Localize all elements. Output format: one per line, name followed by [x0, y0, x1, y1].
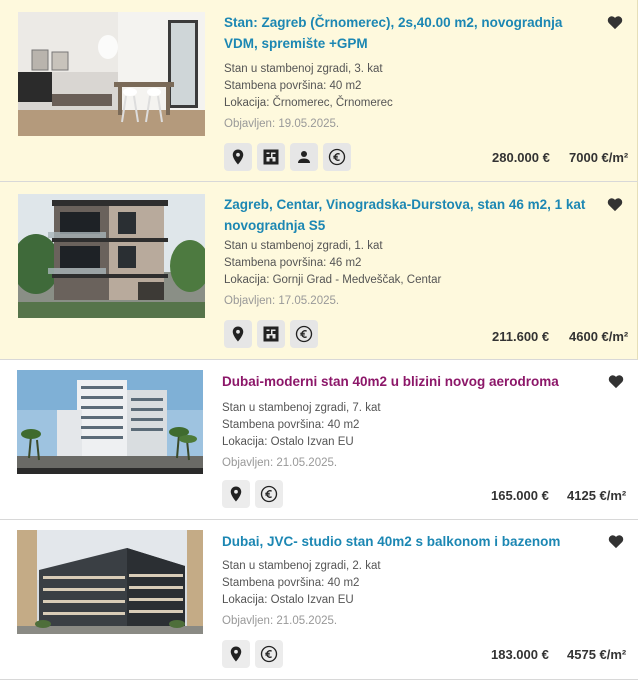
listing-title-link[interactable]: Dubai-moderni stan 40m2 u blizini novog …	[222, 371, 592, 392]
floor-plan-icon[interactable]	[257, 320, 285, 348]
listing-price: 165.000 €	[491, 488, 549, 503]
property-type: Stan u stambenoj zgradi, 3. kat	[224, 63, 383, 75]
listing-feature-icons	[224, 143, 351, 171]
living-area: Stambena površina: 40 m2	[222, 577, 360, 589]
listing-details: Stan u stambenoj zgradi, 3. kat Stambena…	[224, 61, 393, 133]
listing-details: Stan u stambenoj zgradi, 2. kat Stambena…	[222, 558, 381, 630]
published-date: Objavljen: 21.05.2025.	[222, 615, 338, 627]
property-type: Stan u stambenoj zgradi, 7. kat	[222, 402, 381, 414]
location: Lokacija: Črnomerec, Črnomerec	[224, 97, 393, 109]
property-type: Stan u stambenoj zgradi, 1. kat	[224, 240, 383, 252]
price-per-m2: 4575 €/m²	[567, 647, 627, 662]
listing-feature-icons	[224, 320, 318, 348]
location-pin-icon[interactable]	[222, 640, 250, 668]
listing-card[interactable]: Dubai, JVC- studio stan 40m2 s balkonom …	[0, 520, 638, 680]
euro-icon[interactable]	[290, 320, 318, 348]
location: Lokacija: Ostalo Izvan EU	[222, 594, 354, 606]
listing-results: Stan: Zagreb (Črnomerec), 2s,40.00 m2, n…	[0, 0, 640, 680]
listing-title-link[interactable]: Zagreb, Centar, Vinogradska-Durstova, st…	[224, 194, 594, 236]
listing-price: 211.600 €	[492, 329, 550, 344]
listing-photo-tower[interactable]	[17, 370, 203, 474]
euro-icon[interactable]	[255, 640, 283, 668]
location-pin-icon[interactable]	[224, 320, 252, 348]
living-area: Stambena površina: 40 m2	[224, 80, 362, 92]
favorite-heart-icon[interactable]	[607, 15, 623, 30]
location: Lokacija: Ostalo Izvan EU	[222, 436, 354, 448]
listing-details: Stan u stambenoj zgradi, 7. kat Stambena…	[222, 400, 381, 472]
price-per-m2: 4125 €/m²	[567, 488, 627, 503]
listing-card[interactable]: Stan: Zagreb (Črnomerec), 2s,40.00 m2, n…	[0, 0, 638, 182]
listing-details: Stan u stambenoj zgradi, 1. kat Stambena…	[224, 238, 441, 310]
euro-icon[interactable]	[255, 480, 283, 508]
floor-plan-icon[interactable]	[257, 143, 285, 171]
published-date: Objavljen: 19.05.2025.	[224, 118, 340, 130]
favorite-heart-icon[interactable]	[607, 197, 623, 212]
listing-photo-building[interactable]	[18, 194, 205, 318]
listing-feature-icons	[222, 480, 283, 508]
location-pin-icon[interactable]	[224, 143, 252, 171]
living-area: Stambena površina: 46 m2	[224, 257, 362, 269]
euro-icon[interactable]	[323, 143, 351, 171]
property-type: Stan u stambenoj zgradi, 2. kat	[222, 560, 381, 572]
published-date: Objavljen: 17.05.2025.	[224, 295, 340, 307]
agent-person-icon[interactable]	[290, 143, 318, 171]
location: Lokacija: Gornji Grad - Medveščak, Centa…	[224, 274, 442, 286]
listing-price: 183.000 €	[491, 647, 549, 662]
listing-card[interactable]: Zagreb, Centar, Vinogradska-Durstova, st…	[0, 182, 638, 360]
listing-title-link[interactable]: Stan: Zagreb (Črnomerec), 2s,40.00 m2, n…	[224, 12, 594, 54]
listing-photo-complex[interactable]	[17, 530, 203, 634]
listing-card[interactable]: Dubai-moderni stan 40m2 u blizini novog …	[0, 360, 638, 520]
listing-photo-interior[interactable]	[18, 12, 205, 136]
listing-price: 280.000 €	[492, 150, 550, 165]
favorite-heart-icon[interactable]	[608, 374, 624, 389]
listing-title-link[interactable]: Dubai, JVC- studio stan 40m2 s balkonom …	[222, 531, 592, 552]
favorite-heart-icon[interactable]	[608, 534, 624, 549]
price-per-m2: 4600 €/m²	[569, 329, 629, 344]
location-pin-icon[interactable]	[222, 480, 250, 508]
living-area: Stambena površina: 40 m2	[222, 419, 360, 431]
published-date: Objavljen: 21.05.2025.	[222, 457, 338, 469]
price-per-m2: 7000 €/m²	[569, 150, 629, 165]
listing-feature-icons	[222, 640, 283, 668]
